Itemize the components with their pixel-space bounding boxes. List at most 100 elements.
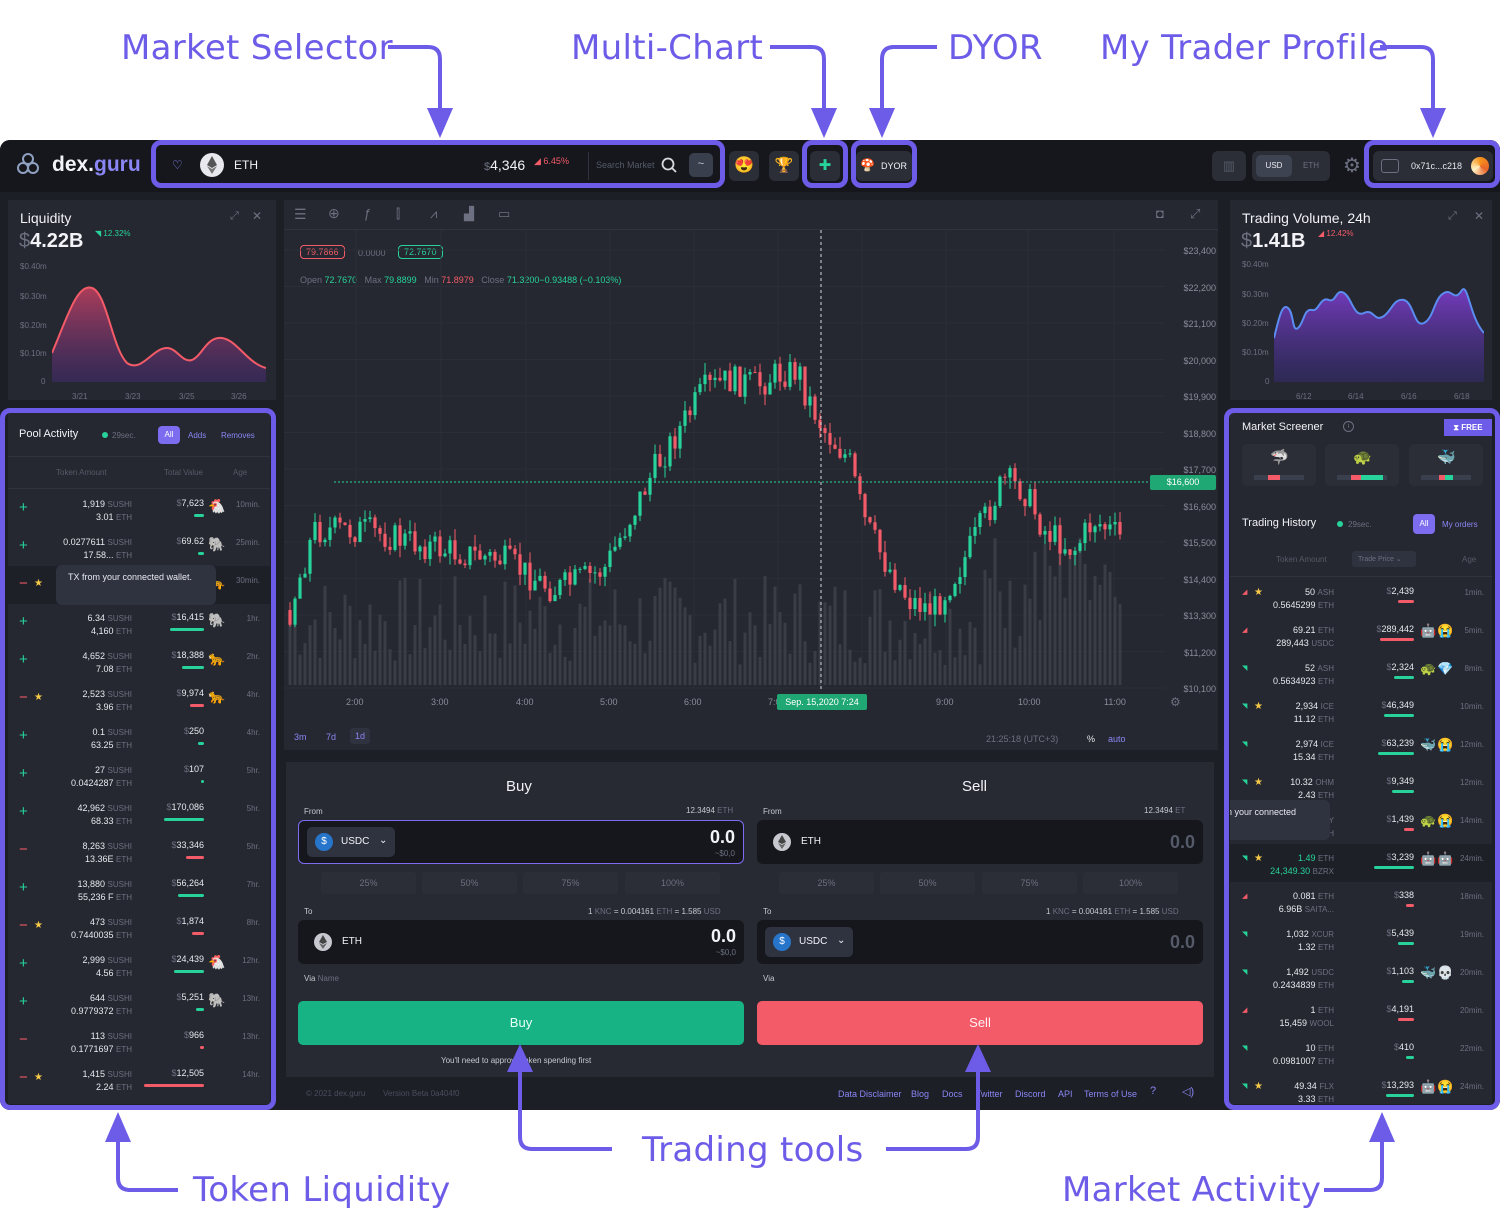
footer-link-docs[interactable]: Docs <box>942 1089 963 1099</box>
screener-shark[interactable]: 🦈 <box>1242 444 1316 486</box>
buy-pct-50[interactable]: 50% <box>422 872 517 894</box>
buy-from-token-select[interactable]: $ USDC ⌄ <box>307 827 395 857</box>
buy-to-field[interactable]: ETH 0.0 ~$0,0 <box>298 920 744 964</box>
history-row[interactable]: ◥ ★ 49.34 FLX 3.33 ETH $13,293 🤖😭 24min. <box>1230 1072 1492 1104</box>
screener-turtle[interactable]: 🐢 <box>1325 444 1399 486</box>
history-row[interactable]: ◥ ★ 2,934 ICE 11.12 ETH $46,349 10min. <box>1230 692 1492 730</box>
chart-settings-icon[interactable]: ⚙ <box>1170 695 1181 709</box>
sell-to-token-select[interactable]: $ USDC ⌄ <box>765 927 853 957</box>
pool-row[interactable]: +0.0277611 SUSHI 17.58... ETH $69.62 🐘 25min… <box>8 528 270 566</box>
history-row[interactable]: ◥ 10 ETH 0.0981007 ETH $410 22min. <box>1230 1034 1492 1072</box>
history-row[interactable]: ◢ 1 ETH 15,459 WOOL $4,191 20min. <box>1230 996 1492 1034</box>
indicators-icon[interactable]: ⩘ <box>430 206 437 222</box>
sell-pct-25[interactable]: 25% <box>779 872 874 894</box>
pool-row[interactable]: +6.34 SUSHI 4,160 ETH $16,415 🐘 1hr. <box>8 604 270 642</box>
logo-icon[interactable] <box>16 152 40 176</box>
pool-filter-all[interactable]: All <box>158 426 180 444</box>
history-row[interactable]: ◥ ★ 1.49 ETH 24,349.30 BZRX $3,239 🤖🤖 24min. <box>1230 844 1492 882</box>
dyor-button[interactable]: 🍄 DYOR <box>856 151 912 181</box>
history-row[interactable]: ◥ 1,032 XCUR 1.32 ETH $5,439 19min. <box>1230 920 1492 958</box>
camera-icon[interactable]: ◘ <box>1156 206 1164 221</box>
sell-to-field[interactable]: $ USDC ⌄ 0.0 <box>757 920 1203 964</box>
pool-row[interactable]: +1,919 SUSHI 3.01 ETH $7,623 🐔 10min. <box>8 490 270 528</box>
crosshair-icon[interactable]: ⊕ <box>328 205 340 222</box>
candles-icon[interactable]: ⫿ <box>396 206 400 222</box>
history-row[interactable]: ◥ 2,974 ICE 15.34 ETH $63,239 🐳😭 12min. <box>1230 730 1492 768</box>
history-row[interactable]: ◢ 0.081 ETH 6.96B SAITA... $338 18min. <box>1230 882 1492 920</box>
expand-icon[interactable]: ⤢ <box>1448 210 1457 223</box>
search-icon[interactable] <box>661 157 677 173</box>
sell-amount[interactable]: 0.0 <box>1170 832 1195 853</box>
period-7d[interactable]: 7d <box>326 732 336 742</box>
period-3m[interactable]: 3m <box>294 732 307 742</box>
wallet-profile-button[interactable]: 0x71c...c218 <box>1373 151 1493 181</box>
sell-pct-75[interactable]: 75% <box>982 872 1077 894</box>
sell-from-field[interactable]: ETH 0.0 <box>757 820 1203 864</box>
auto-scale-toggle[interactable]: auto <box>1108 734 1126 744</box>
sound-icon[interactable]: ◁) <box>1182 1085 1194 1098</box>
sell-to-amount[interactable]: 0.0 <box>1170 932 1195 953</box>
help-icon[interactable]: ? <box>1150 1085 1156 1097</box>
layout-columns-icon[interactable]: ▥ <box>1212 151 1246 181</box>
sell-pct-100[interactable]: 100% <box>1083 872 1178 894</box>
buy-from-field[interactable]: $ USDC ⌄ 0.0 ~$0,0 <box>298 820 744 864</box>
screener-whale[interactable]: 🐳 <box>1409 444 1483 486</box>
buy-pct-25[interactable]: 25% <box>321 872 416 894</box>
pool-row[interactable]: − ★ 1,415 SUSHI 2.24 ETH $12,505 14hr. <box>8 1060 270 1098</box>
emoji-heart-eyes-icon[interactable]: 😍 <box>729 151 759 181</box>
footer-link-api[interactable]: API <box>1058 1089 1073 1099</box>
pool-row[interactable]: − 8,263 SUSHI 13.36E ETH $33,346 5hr. <box>8 832 270 870</box>
history-filter-my-orders[interactable]: My orders <box>1442 520 1478 529</box>
buy-pct-75[interactable]: 75% <box>523 872 618 894</box>
percent-toggle[interactable]: % <box>1087 734 1095 744</box>
menu-icon[interactable]: ☰ <box>294 206 307 223</box>
pool-row[interactable]: − ★ 2,523 SUSHI 3.96 ETH $9,974 🐆 4hr. <box>8 680 270 718</box>
footer-link-blog[interactable]: Blog <box>911 1089 929 1099</box>
pool-row[interactable]: − 113 SUSHI 0.1771697 ETH $966 13hr. <box>8 1022 270 1060</box>
history-row[interactable]: ◢ 69.21 ETH 289,443 USDC $289,442 🤖😭 5min. <box>1230 616 1492 654</box>
pool-row[interactable]: +4,652 SUSHI 7.08 ETH $18,388 🐆 2hr. <box>8 642 270 680</box>
close-icon[interactable]: ✕ <box>1474 209 1484 223</box>
favorite-heart-icon[interactable]: ♡ <box>172 159 184 171</box>
trophy-icon[interactable]: 🏆 <box>769 151 799 181</box>
multi-chart-toggle-button[interactable]: ~ <box>689 153 713 177</box>
close-icon[interactable]: ✕ <box>252 209 262 223</box>
pool-row[interactable]: +42,962 SUSHI 68.33 ETH $170,086 5hr. <box>8 794 270 832</box>
currency-eth-option[interactable]: ETH <box>1294 155 1328 177</box>
footer-link-disclaimer[interactable]: Data Disclaimer <box>838 1089 902 1099</box>
trade-price-select[interactable]: Trade Price ⌄ <box>1352 551 1416 567</box>
pool-row[interactable]: − ★ 473 SUSHI 0.7440035 ETH $1,874 8hr. <box>8 908 270 946</box>
rectangle-icon[interactable]: ▭ <box>498 206 510 222</box>
pool-filter-removes[interactable]: Removes <box>221 431 255 440</box>
pool-row[interactable]: +0.1 SUSHI 63.25 ETH $250 4hr. <box>8 718 270 756</box>
buy-amount[interactable]: 0.0 <box>710 827 735 848</box>
candlestick-chart[interactable] <box>284 230 1164 690</box>
market-token-name[interactable]: ETH <box>234 158 258 172</box>
bar-chart-icon[interactable]: ▟ <box>464 206 474 222</box>
period-1d[interactable]: 1d <box>350 728 371 744</box>
history-row[interactable]: ◢ ★ 50 ASH 0.5645299 ETH $2,439 1min. <box>1230 578 1492 616</box>
logo-text[interactable]: dex.guru <box>52 153 141 177</box>
history-row[interactable]: ◥ 1,492 USDC 0.2434839 ETH $1,103 🐳💀 20min. <box>1230 958 1492 996</box>
footer-link-terms[interactable]: Terms of Use <box>1084 1089 1137 1099</box>
pool-row[interactable]: +27 SUSHI 0.0424287 ETH $107 5hr. <box>8 756 270 794</box>
formula-icon[interactable]: ƒ <box>364 206 371 221</box>
pool-row[interactable]: +2,999 SUSHI 4.56 ETH $24,439 🐔 12hr. <box>8 946 270 984</box>
currency-toggle[interactable]: USD ETH <box>1252 151 1330 181</box>
currency-usd-option[interactable]: USD <box>1256 155 1292 177</box>
history-row[interactable]: ◥ 52 ASH 0.5634923 ETH $2,324 🐢💎 8min. <box>1230 654 1492 692</box>
buy-pct-100[interactable]: 100% <box>625 872 720 894</box>
search-market-input[interactable]: Search Market <box>596 160 655 170</box>
buy-button[interactable]: Buy <box>298 1001 744 1045</box>
multi-chart-puzzle-icon[interactable]: ✚ <box>810 151 840 181</box>
fullscreen-icon[interactable]: ⤢ <box>1190 206 1200 222</box>
pool-row[interactable]: +13,880 SUSHI 55,236 F ETH $56,264 7hr. <box>8 870 270 908</box>
sell-button[interactable]: Sell <box>757 1001 1203 1045</box>
sell-pct-50[interactable]: 50% <box>880 872 975 894</box>
footer-link-twitter[interactable]: Twitter <box>976 1089 1003 1099</box>
settings-gear-icon[interactable]: ⚙ <box>1340 154 1364 178</box>
pool-filter-adds[interactable]: Adds <box>188 431 206 440</box>
info-icon[interactable]: i <box>1343 421 1354 432</box>
history-filter-all[interactable]: All <box>1413 514 1435 534</box>
expand-icon[interactable]: ⤢ <box>230 210 239 223</box>
